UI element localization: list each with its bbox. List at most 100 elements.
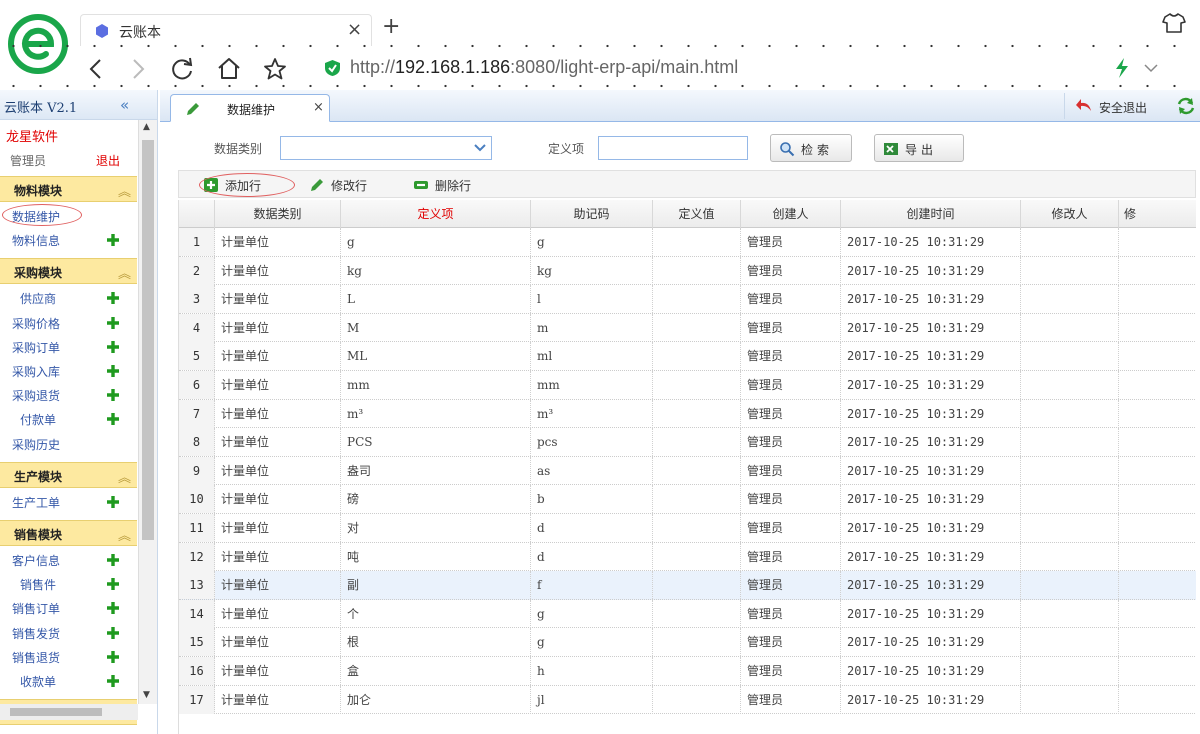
cell-code[interactable]: g: [531, 599, 653, 628]
row-number[interactable]: 14: [179, 599, 215, 628]
cell-code[interactable]: kg: [531, 256, 653, 285]
cell-value[interactable]: [653, 485, 741, 514]
cell-value[interactable]: [653, 685, 741, 714]
search-button[interactable]: 检索: [770, 134, 852, 162]
back-arrow-icon[interactable]: [84, 56, 110, 82]
cell-modified-time[interactable]: [1119, 628, 1196, 656]
sidebar-section-header[interactable]: 采购模块 ︽: [0, 258, 137, 285]
cell-created-time[interactable]: 2017-10-25 10:31:29: [841, 485, 1021, 514]
table-row[interactable]: 15 计量单位根 g 管理员 2017-10-25 10:31:29: [179, 628, 1196, 657]
add-plus-icon[interactable]: [106, 233, 120, 247]
forward-arrow-icon[interactable]: [124, 56, 150, 82]
column-header[interactable]: 创建人: [741, 200, 841, 228]
add-plus-icon[interactable]: [106, 601, 120, 615]
cell-code[interactable]: g: [531, 628, 653, 657]
tab-close-icon[interactable]: ×: [313, 100, 324, 115]
cell-item[interactable]: 盒: [341, 657, 531, 685]
cell-modified-time[interactable]: [1119, 657, 1196, 685]
sidebar-item[interactable]: 生产工单: [12, 494, 60, 511]
browser-tab[interactable]: 云账本 ×: [80, 14, 372, 46]
lightning-mode-icon[interactable]: [1114, 58, 1130, 78]
cell-modified-time[interactable]: [1119, 257, 1196, 285]
table-row[interactable]: 1 计量单位 g g 管理员 2017-10-25 10:31:29: [179, 228, 1196, 257]
cell-category[interactable]: 计量单位: [215, 514, 341, 542]
table-row[interactable]: 17 计量单位 加仑 jl 管理员 2017-10-25 10:31:29: [179, 685, 1196, 715]
cell-modified-time[interactable]: [1119, 314, 1196, 342]
column-header[interactable]: 数据类别: [215, 200, 341, 228]
cell-created-time[interactable]: 2017-10-25 10:31:29: [841, 256, 1021, 285]
sidebar-item[interactable]: 客户信息: [12, 552, 60, 569]
cell-code[interactable]: pcs: [531, 428, 653, 457]
tab-data-maintenance[interactable]: 数据维护 ×: [170, 94, 330, 122]
cell-code[interactable]: d: [531, 542, 653, 571]
safe-logout-button[interactable]: 安全退出: [1064, 93, 1164, 119]
cell-value[interactable]: [653, 657, 741, 685]
cell-item[interactable]: 对: [341, 514, 531, 542]
cell-code[interactable]: f: [531, 571, 653, 600]
cell-code[interactable]: l: [531, 285, 653, 314]
table-row[interactable]: 3 计量单位 Ll 管理员 2017-10-25 10:31:29: [179, 285, 1196, 314]
cell-modifier[interactable]: [1021, 371, 1119, 399]
table-row[interactable]: 10 计量单位磅 b 管理员 2017-10-25 10:31:29: [179, 485, 1196, 514]
cell-category[interactable]: 计量单位: [215, 313, 341, 342]
cell-value[interactable]: [653, 571, 741, 600]
cell-code[interactable]: d: [531, 514, 653, 542]
chevron-up-icon[interactable]: ︽: [118, 525, 131, 544]
cell-modifier[interactable]: [1021, 399, 1119, 428]
home-icon[interactable]: [216, 56, 242, 82]
row-number[interactable]: 2: [179, 256, 215, 285]
cell-modifier[interactable]: [1021, 456, 1119, 485]
cell-creator[interactable]: 管理员: [741, 342, 841, 371]
cell-value[interactable]: [653, 256, 741, 285]
url-text[interactable]: http://192.168.1.186:8080/light-erp-api/…: [350, 57, 738, 78]
cell-value[interactable]: [653, 342, 741, 371]
table-row[interactable]: 16 计量单位盒 h 管理员 2017-10-25 10:31:29: [179, 657, 1196, 686]
sidebar-section-header[interactable]: 生产模块 ︽: [0, 461, 137, 488]
logout-link[interactable]: 退出: [96, 152, 120, 169]
row-number[interactable]: 13: [179, 571, 215, 600]
cell-created-time[interactable]: 2017-10-25 10:31:29: [841, 428, 1021, 457]
sidebar-scrollbar[interactable]: ▲ ▼: [138, 120, 157, 704]
cell-created-time[interactable]: 2017-10-25 10:31:29: [841, 285, 1021, 314]
sidebar-item[interactable]: 销售退货: [12, 649, 60, 666]
add-plus-icon[interactable]: [106, 316, 120, 330]
row-number[interactable]: 6: [179, 371, 215, 399]
cell-code[interactable]: m: [531, 313, 653, 342]
cell-created-time[interactable]: 2017-10-25 10:31:29: [841, 342, 1021, 371]
cell-created-time[interactable]: 2017-10-25 10:31:29: [841, 657, 1021, 685]
cell-creator[interactable]: 管理员: [741, 456, 841, 485]
chevron-down-icon[interactable]: [473, 143, 487, 153]
cell-category[interactable]: 计量单位: [215, 399, 341, 428]
browser-tab-close-icon[interactable]: ×: [347, 19, 362, 40]
cell-created-time[interactable]: 2017-10-25 10:31:29: [841, 456, 1021, 485]
cell-modified-time[interactable]: [1119, 600, 1196, 628]
cell-modified-time[interactable]: [1119, 228, 1196, 256]
cell-category[interactable]: 计量单位: [215, 628, 341, 657]
cell-modifier[interactable]: [1021, 571, 1119, 600]
reload-icon[interactable]: [170, 56, 196, 82]
cell-created-time[interactable]: 2017-10-25 10:31:29: [841, 371, 1021, 399]
cell-value[interactable]: [653, 599, 741, 628]
refresh-icon[interactable]: [1176, 96, 1196, 116]
chevron-up-icon[interactable]: ︽: [118, 467, 131, 486]
cell-item[interactable]: g: [341, 228, 531, 256]
cell-value[interactable]: [653, 399, 741, 428]
cell-creator[interactable]: 管理员: [741, 685, 841, 714]
column-header[interactable]: 助记码: [531, 200, 653, 228]
cell-modified-time[interactable]: [1119, 342, 1196, 370]
cell-creator[interactable]: 管理员: [741, 514, 841, 542]
row-number[interactable]: 8: [179, 428, 215, 457]
scroll-down-icon[interactable]: ▼: [143, 690, 150, 700]
cell-created-time[interactable]: 2017-10-25 10:31:29: [841, 685, 1021, 714]
cell-modifier[interactable]: [1021, 685, 1119, 714]
sidebar-item[interactable]: 采购入库: [12, 363, 60, 380]
cell-code[interactable]: as: [531, 456, 653, 485]
scrollbar-thumb[interactable]: [142, 140, 154, 540]
cell-item[interactable]: 根: [341, 628, 531, 657]
cell-value[interactable]: [653, 628, 741, 657]
cell-created-time[interactable]: 2017-10-25 10:31:29: [841, 571, 1021, 600]
cell-value[interactable]: [653, 456, 741, 485]
cell-category[interactable]: 计量单位: [215, 657, 341, 685]
cell-category[interactable]: 计量单位: [215, 428, 341, 457]
cell-item[interactable]: m³: [341, 399, 531, 428]
